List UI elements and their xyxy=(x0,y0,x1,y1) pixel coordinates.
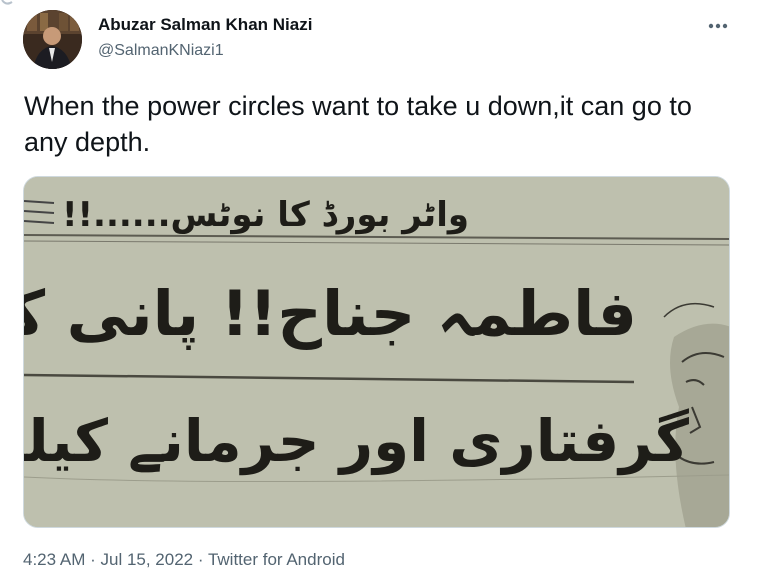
urdu-heading-line-1: واٹر بورڈ کا نوٹس......!! xyxy=(62,195,469,235)
tweet-metadata: 4:23 AM · Jul 15, 2022 · Twitter for And… xyxy=(23,550,345,570)
more-horizontal-icon xyxy=(708,23,728,29)
tweet-time[interactable]: 4:23 AM xyxy=(23,550,85,569)
tweet-source-link[interactable]: Twitter for Android xyxy=(208,550,345,569)
tweet-media-image[interactable]: واٹر بورڈ کا نوٹس......!! فاطمہ جناح!! پ… xyxy=(23,176,730,528)
tweet-date[interactable]: Jul 15, 2022 xyxy=(100,550,193,569)
meta-separator: · xyxy=(85,550,101,569)
author-handle[interactable]: @SalmanKNiazi1 xyxy=(98,42,224,60)
urdu-heading-line-3: گرفتاری اور جرمانے کیلئے تیار ہو جا xyxy=(24,407,689,475)
tweet-text: When the power circles want to take u do… xyxy=(24,91,692,157)
meta-separator: · xyxy=(193,550,208,569)
top-fragment-icon xyxy=(1,0,13,5)
avatar[interactable] xyxy=(23,10,82,69)
more-options-button[interactable] xyxy=(703,14,733,38)
author-name[interactable]: Abuzar Salman Khan Niazi xyxy=(98,15,312,35)
urdu-heading-line-2: فاطمہ جناح!! پانی کا بل دیں xyxy=(24,277,637,350)
